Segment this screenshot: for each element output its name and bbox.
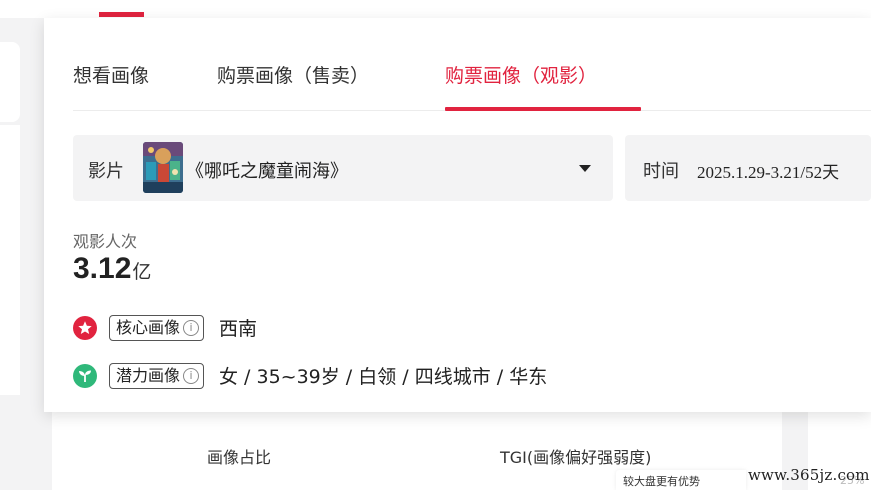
- movie-select-label: 影片: [88, 161, 124, 182]
- persona-tabs: 想看画像 购票画像（售卖） 购票画像（观影）: [73, 18, 871, 111]
- column-header-tgi: TGI(画像偏好强弱度): [500, 448, 652, 467]
- movie-poster-thumbnail: [143, 142, 183, 193]
- tab-ticket-persona-sales[interactable]: 购票画像（售卖）: [217, 61, 369, 88]
- background-left-panel: [0, 125, 20, 395]
- caret-down-icon[interactable]: [579, 165, 591, 172]
- potential-persona-tag[interactable]: 潜力画像 i: [109, 363, 205, 389]
- column-header-share: 画像占比: [207, 448, 272, 467]
- time-select-label: 时间: [643, 161, 679, 182]
- core-persona-tag[interactable]: 核心画像 i: [109, 315, 205, 341]
- persona-popover: 想看画像 购票画像（售卖） 购票画像（观影） 影片 《哪吒之魔童闹海》 时间 2…: [44, 18, 871, 412]
- viewers-metric-number: 3.12: [73, 252, 132, 285]
- info-icon[interactable]: i: [183, 320, 200, 336]
- core-persona-tag-label: 核心画像: [116, 318, 181, 337]
- time-range-select[interactable]: 时间 2025.1.29-3.21/52天: [625, 135, 871, 201]
- star-badge-icon: [73, 316, 97, 340]
- tab-want-to-see-persona[interactable]: 想看画像: [73, 61, 149, 88]
- watermark: www.365jz.com: [748, 466, 870, 484]
- viewers-metric-label: 观影人次: [73, 232, 138, 251]
- movie-select[interactable]: 影片 《哪吒之魔童闹海》: [73, 135, 613, 201]
- selected-time-range: 2025.1.29-3.21/52天: [697, 163, 840, 182]
- selected-movie-name: 《哪吒之魔童闹海》: [186, 161, 348, 182]
- tab-ticket-persona-viewing[interactable]: 购票画像（观影）: [445, 61, 597, 88]
- viewers-metric-value: 3.12亿: [73, 252, 151, 286]
- viewers-metric-unit: 亿: [132, 262, 152, 283]
- background-left-card: [0, 42, 20, 122]
- potential-persona-tag-label: 潜力画像: [116, 366, 181, 385]
- potential-persona-value: 女 / 35~39岁 / 白领 / 四线城市 / 华东: [219, 366, 548, 388]
- sprout-icon: [73, 364, 97, 388]
- core-persona-value: 西南: [219, 318, 258, 340]
- background-active-nav-indicator: [99, 12, 144, 17]
- info-icon[interactable]: i: [183, 368, 200, 384]
- tooltip: 较大盘更有优势: [616, 470, 746, 490]
- active-tab-underline: [445, 107, 641, 111]
